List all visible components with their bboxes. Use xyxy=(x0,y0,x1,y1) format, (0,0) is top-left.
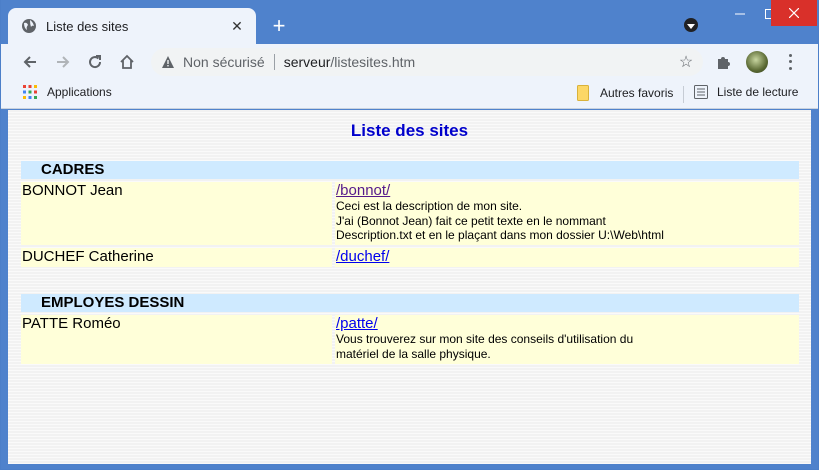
puzzle-icon[interactable] xyxy=(715,53,733,71)
tab-title: Liste des sites xyxy=(46,18,129,34)
star-icon[interactable]: ☆ xyxy=(677,53,695,71)
bookmarks-bar: Applications Autres favoris Liste de lec… xyxy=(1,79,818,109)
url-host: serveur xyxy=(283,54,331,70)
group-header-cadres: CADRES xyxy=(21,161,799,179)
bookmark-other-favorites-label: Autres favoris xyxy=(600,86,674,100)
group-header-employes-dessin: EMPLOYES DESSIN xyxy=(21,294,799,312)
page-title: Liste des sites xyxy=(350,121,469,140)
site-link-bonnot[interactable]: /bonnot/ xyxy=(336,182,799,199)
site-info: /patte/ Vous trouverez sur mon site des … xyxy=(335,315,799,364)
omnibox-separator xyxy=(273,54,275,70)
table-row: PATTE Roméo /patte/ Vous trouverez sur m… xyxy=(21,315,799,364)
url-path: /listesites.htm xyxy=(330,54,416,70)
folder-icon xyxy=(577,85,589,101)
address-bar[interactable]: Non sécurisé serveur/listesites.htm ☆ xyxy=(151,48,703,76)
tab-liste-des-sites[interactable]: Liste des sites ✕ xyxy=(8,8,256,44)
person-name: DUCHEF Catherine xyxy=(21,248,332,267)
site-description-line: matériel de la salle physique. xyxy=(336,346,491,361)
bookmark-applications[interactable]: Applications xyxy=(23,85,112,99)
reading-list-icon xyxy=(694,85,708,99)
forward-icon[interactable] xyxy=(50,49,76,75)
plus-icon[interactable]: + xyxy=(267,13,291,38)
window-close-icon[interactable] xyxy=(771,0,817,26)
close-icon[interactable]: ✕ xyxy=(228,17,246,35)
bookmark-reading-list[interactable]: Liste de lecture xyxy=(694,85,798,99)
reload-icon[interactable] xyxy=(82,49,108,75)
site-description-line: Vous trouverez sur mon site des conseils… xyxy=(336,332,634,346)
page-content: Liste des sites CADRES BONNOT Jean /bonn… xyxy=(8,110,811,464)
warning-icon[interactable] xyxy=(160,54,176,70)
minimize-icon[interactable] xyxy=(725,0,755,28)
url-text[interactable]: serveur/listesites.htm xyxy=(284,54,416,70)
toolbar: Non sécurisé serveur/listesites.htm ☆ xyxy=(1,44,818,79)
site-description-line: Ceci est la description de mon site. xyxy=(336,199,523,213)
bookmark-other-favorites[interactable]: Autres favoris xyxy=(577,85,673,101)
browser-window: Liste des sites ✕ + Non sécurisé serveur… xyxy=(1,0,818,469)
person-name: PATTE Roméo xyxy=(21,315,332,364)
tab-search-icon[interactable] xyxy=(684,18,698,32)
bookmark-applications-label: Applications xyxy=(47,85,112,99)
apps-grid-icon xyxy=(23,85,37,99)
table-row: DUCHEF Catherine /duchef/ xyxy=(21,248,799,267)
security-label[interactable]: Non sécurisé xyxy=(183,54,265,70)
site-link-patte[interactable]: /patte/ xyxy=(336,315,799,332)
person-name: BONNOT Jean xyxy=(21,182,332,245)
globe-icon xyxy=(21,18,37,34)
site-info: /bonnot/ Ceci est la description de mon … xyxy=(335,182,799,245)
avatar[interactable] xyxy=(746,51,768,73)
table-row: BONNOT Jean /bonnot/ Ceci est la descrip… xyxy=(21,182,799,245)
bookmarks-separator xyxy=(683,86,684,103)
site-description-line: Description.txt et en le plaçant dans mo… xyxy=(336,228,664,242)
back-icon[interactable] xyxy=(17,49,43,75)
site-info: /duchef/ xyxy=(335,248,799,267)
site-link-duchef[interactable]: /duchef/ xyxy=(336,248,799,265)
tab-strip: Liste des sites ✕ + xyxy=(1,0,818,44)
home-icon[interactable] xyxy=(114,49,140,75)
site-description-line: J'ai (Bonnot Jean) fait ce petit texte e… xyxy=(336,213,606,228)
kebab-menu-icon[interactable] xyxy=(782,52,798,72)
bookmark-reading-list-label: Liste de lecture xyxy=(717,85,799,99)
